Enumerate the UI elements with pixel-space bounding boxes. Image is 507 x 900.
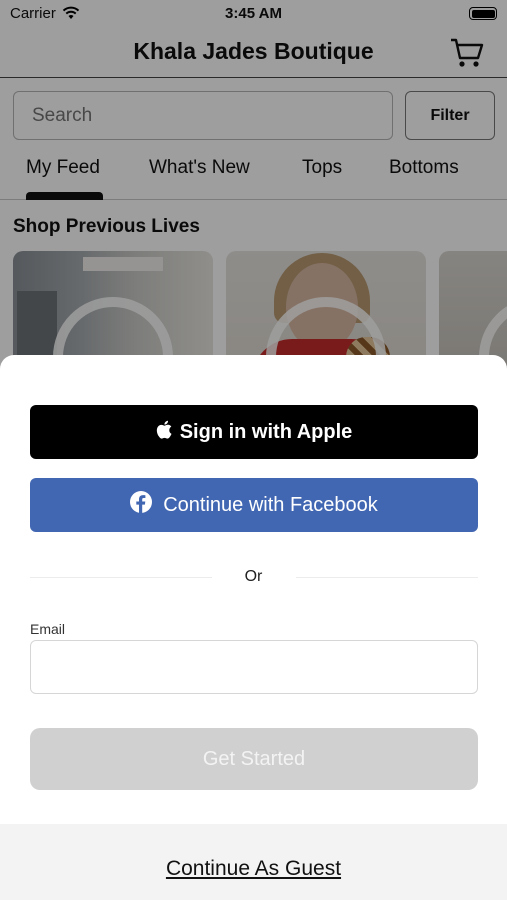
facebook-button-label: Continue with Facebook <box>163 493 378 516</box>
guest-bar: Continue As Guest <box>0 824 507 900</box>
email-field[interactable] <box>30 640 478 694</box>
get-started-button[interactable]: Get Started <box>30 728 478 790</box>
continue-with-facebook-button[interactable]: Continue with Facebook <box>30 478 478 532</box>
email-label: Email <box>30 621 66 637</box>
continue-as-guest-link[interactable]: Continue As Guest <box>0 857 507 881</box>
apple-button-label: Sign in with Apple <box>179 420 353 443</box>
login-sheet: Sign in with Apple Continue with Faceboo… <box>0 355 507 900</box>
apple-icon <box>156 420 172 445</box>
facebook-icon <box>130 491 153 519</box>
divider <box>296 577 478 578</box>
sign-in-with-apple-button[interactable]: Sign in with Apple <box>30 405 478 459</box>
